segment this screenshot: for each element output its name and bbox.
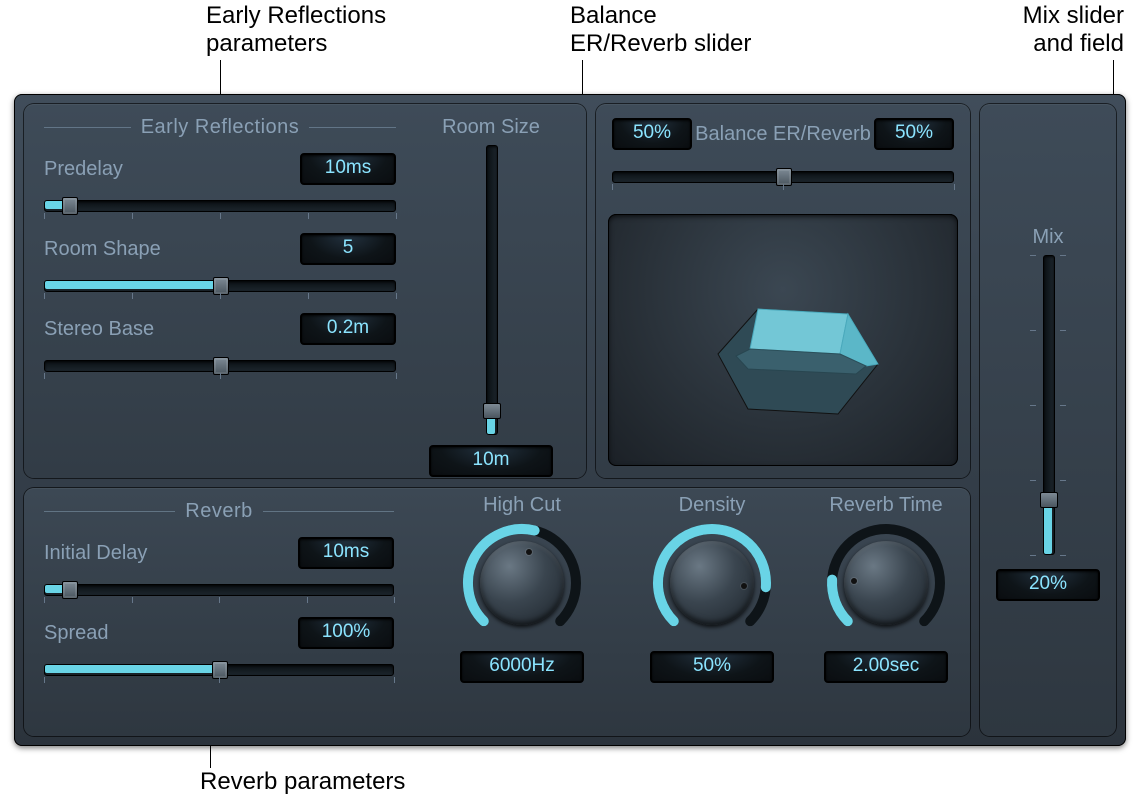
callout-balance: Balance ER/Reverb slider bbox=[570, 2, 751, 58]
reverb-time-value[interactable]: 2.00sec bbox=[824, 651, 948, 683]
stereo-base-value[interactable]: 0.2m bbox=[300, 313, 396, 345]
room-shape-display bbox=[608, 214, 958, 466]
balance-panel: 50% Balance ER/Reverb 50% bbox=[596, 104, 970, 478]
predelay-value[interactable]: 10ms bbox=[300, 153, 396, 185]
predelay-label: Predelay bbox=[44, 158, 123, 181]
callout-reverb-params: Reverb parameters bbox=[200, 768, 405, 796]
section-title-er: Early Reflections bbox=[141, 116, 300, 139]
balance-slider[interactable] bbox=[612, 162, 954, 190]
reverb-time-label: Reverb Time bbox=[829, 494, 942, 517]
spread-value[interactable]: 100% bbox=[298, 617, 394, 649]
predelay-slider[interactable] bbox=[44, 191, 396, 219]
stereo-base-slider[interactable] bbox=[44, 351, 396, 379]
mix-label: Mix bbox=[1032, 226, 1063, 249]
callout-line bbox=[1113, 60, 1114, 98]
callout-er-params: Early Reflections parameters bbox=[206, 2, 386, 58]
density-label: Density bbox=[679, 494, 746, 517]
high-cut-knob[interactable] bbox=[462, 523, 582, 643]
initial-delay-slider[interactable] bbox=[44, 575, 394, 603]
density-knob[interactable] bbox=[652, 523, 772, 643]
reverb-plugin-window: Early Reflections Predelay 10ms Room Sha… bbox=[14, 94, 1126, 746]
room-size-label: Room Size bbox=[442, 116, 540, 139]
early-reflections-panel: Early Reflections Predelay 10ms Room Sha… bbox=[24, 104, 586, 478]
initial-delay-label: Initial Delay bbox=[44, 542, 147, 565]
initial-delay-value[interactable]: 10ms bbox=[298, 537, 394, 569]
room-shape-value[interactable]: 5 bbox=[300, 233, 396, 265]
room-size-value[interactable]: 10m bbox=[429, 445, 553, 477]
high-cut-value[interactable]: 6000Hz bbox=[460, 651, 584, 683]
high-cut-label: High Cut bbox=[483, 494, 561, 517]
room-size-slider[interactable] bbox=[481, 145, 501, 435]
spread-slider[interactable] bbox=[44, 655, 394, 683]
balance-left-value[interactable]: 50% bbox=[612, 118, 692, 150]
balance-right-value[interactable]: 50% bbox=[874, 118, 954, 150]
reverb-panel: Reverb Initial Delay 10ms Spread 100% bbox=[24, 488, 970, 736]
density-value[interactable]: 50% bbox=[650, 651, 774, 683]
callout-mix: Mix slider and field bbox=[1006, 2, 1124, 58]
mix-panel: Mix 20% bbox=[980, 104, 1116, 736]
section-title-reverb: Reverb bbox=[185, 500, 252, 523]
stereo-base-label: Stereo Base bbox=[44, 318, 154, 341]
room-shape-slider[interactable] bbox=[44, 271, 396, 299]
spread-label: Spread bbox=[44, 622, 109, 645]
balance-label: Balance ER/Reverb bbox=[695, 123, 871, 145]
room-shape-label: Room Shape bbox=[44, 238, 161, 261]
mix-value[interactable]: 20% bbox=[996, 569, 1100, 601]
mix-slider[interactable] bbox=[1038, 255, 1058, 555]
reverb-time-knob[interactable] bbox=[826, 523, 946, 643]
